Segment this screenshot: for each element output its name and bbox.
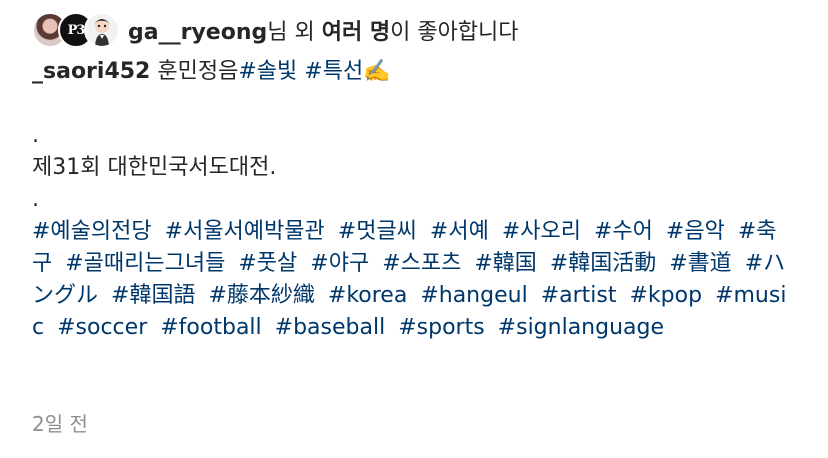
hashtag-list: #예술의전당 #서울서예박물관 #멋글씨 #서예 #사오리 #수어 #음악 #축… bbox=[32, 216, 802, 344]
hashtag[interactable]: #음악 bbox=[666, 219, 725, 244]
post-timestamp[interactable]: 2일 전 bbox=[32, 408, 88, 437]
avatar-monogram: P3 bbox=[67, 22, 86, 38]
hashtag[interactable]: #書道 bbox=[669, 251, 731, 276]
likes-summary: P3 ga__ryeong님 외 여러 명이 좋아합니다 bbox=[32, 10, 519, 50]
caption-dot-2: . bbox=[32, 187, 39, 212]
hashtag[interactable]: #korea bbox=[328, 283, 407, 308]
hashtag[interactable]: #soccer bbox=[57, 315, 147, 340]
hashtag[interactable]: #韓国活動 bbox=[550, 251, 656, 276]
author-username[interactable]: _saori452 bbox=[32, 59, 150, 84]
hashtag[interactable]: #藤本紗織 bbox=[208, 283, 314, 308]
hashtag[interactable]: #사오리 bbox=[502, 219, 581, 244]
avatar[interactable] bbox=[84, 12, 120, 48]
hashtag[interactable]: #서울서예박물관 bbox=[165, 219, 325, 244]
hashtag[interactable]: #서예 bbox=[430, 219, 489, 244]
hashtag[interactable]: #hangeul bbox=[420, 283, 527, 308]
hashtag[interactable]: #풋살 bbox=[238, 251, 297, 276]
hashtag[interactable]: #골때리는그녀들 bbox=[65, 251, 225, 276]
post-caption: _saori452 훈민정음#솔빛 #특선✍️ . 제31회 대한민국서도대전.… bbox=[32, 56, 802, 344]
likes-suffix-1: 님 외 bbox=[267, 20, 322, 45]
hashtag[interactable]: #멋글씨 bbox=[338, 219, 417, 244]
hashtag[interactable]: #artist bbox=[541, 283, 617, 308]
hashtag[interactable]: #signlanguage bbox=[498, 315, 664, 340]
cartoon-avatar-icon bbox=[94, 19, 110, 46]
caption-line-1: _saori452 훈민정음#솔빛 #특선✍️ bbox=[32, 56, 802, 88]
hashtag[interactable]: #sports bbox=[398, 315, 484, 340]
hashtag[interactable]: #football bbox=[160, 315, 261, 340]
hashtag[interactable]: #솔빛 bbox=[238, 59, 297, 84]
hashtag[interactable]: #韓国 bbox=[474, 251, 536, 276]
hashtag[interactable]: #kpop bbox=[629, 283, 702, 308]
caption-text: 훈민정음 bbox=[150, 59, 239, 84]
hashtag[interactable]: #韓国語 bbox=[111, 283, 195, 308]
hashtag[interactable]: #예술의전당 bbox=[32, 219, 152, 244]
caption-line-2: 제31회 대한민국서도대전. bbox=[32, 155, 277, 180]
hashtag[interactable]: #특선 bbox=[304, 59, 363, 84]
likes-suffix-2: 이 좋아합니다 bbox=[390, 20, 519, 45]
hashtag[interactable]: #스포츠 bbox=[382, 251, 461, 276]
liker-username[interactable]: ga__ryeong bbox=[128, 20, 267, 45]
writing-hand-emoji: ✍️ bbox=[363, 59, 391, 84]
likes-text: ga__ryeong님 외 여러 명이 좋아합니다 bbox=[128, 14, 519, 46]
hashtag[interactable]: #baseball bbox=[275, 315, 386, 340]
caption-dot-1: . bbox=[32, 123, 39, 148]
hashtag[interactable]: #야구 bbox=[310, 251, 369, 276]
hashtag[interactable]: #수어 bbox=[594, 219, 653, 244]
liker-avatars[interactable]: P3 bbox=[32, 12, 124, 48]
likes-others[interactable]: 여러 명 bbox=[322, 20, 390, 45]
